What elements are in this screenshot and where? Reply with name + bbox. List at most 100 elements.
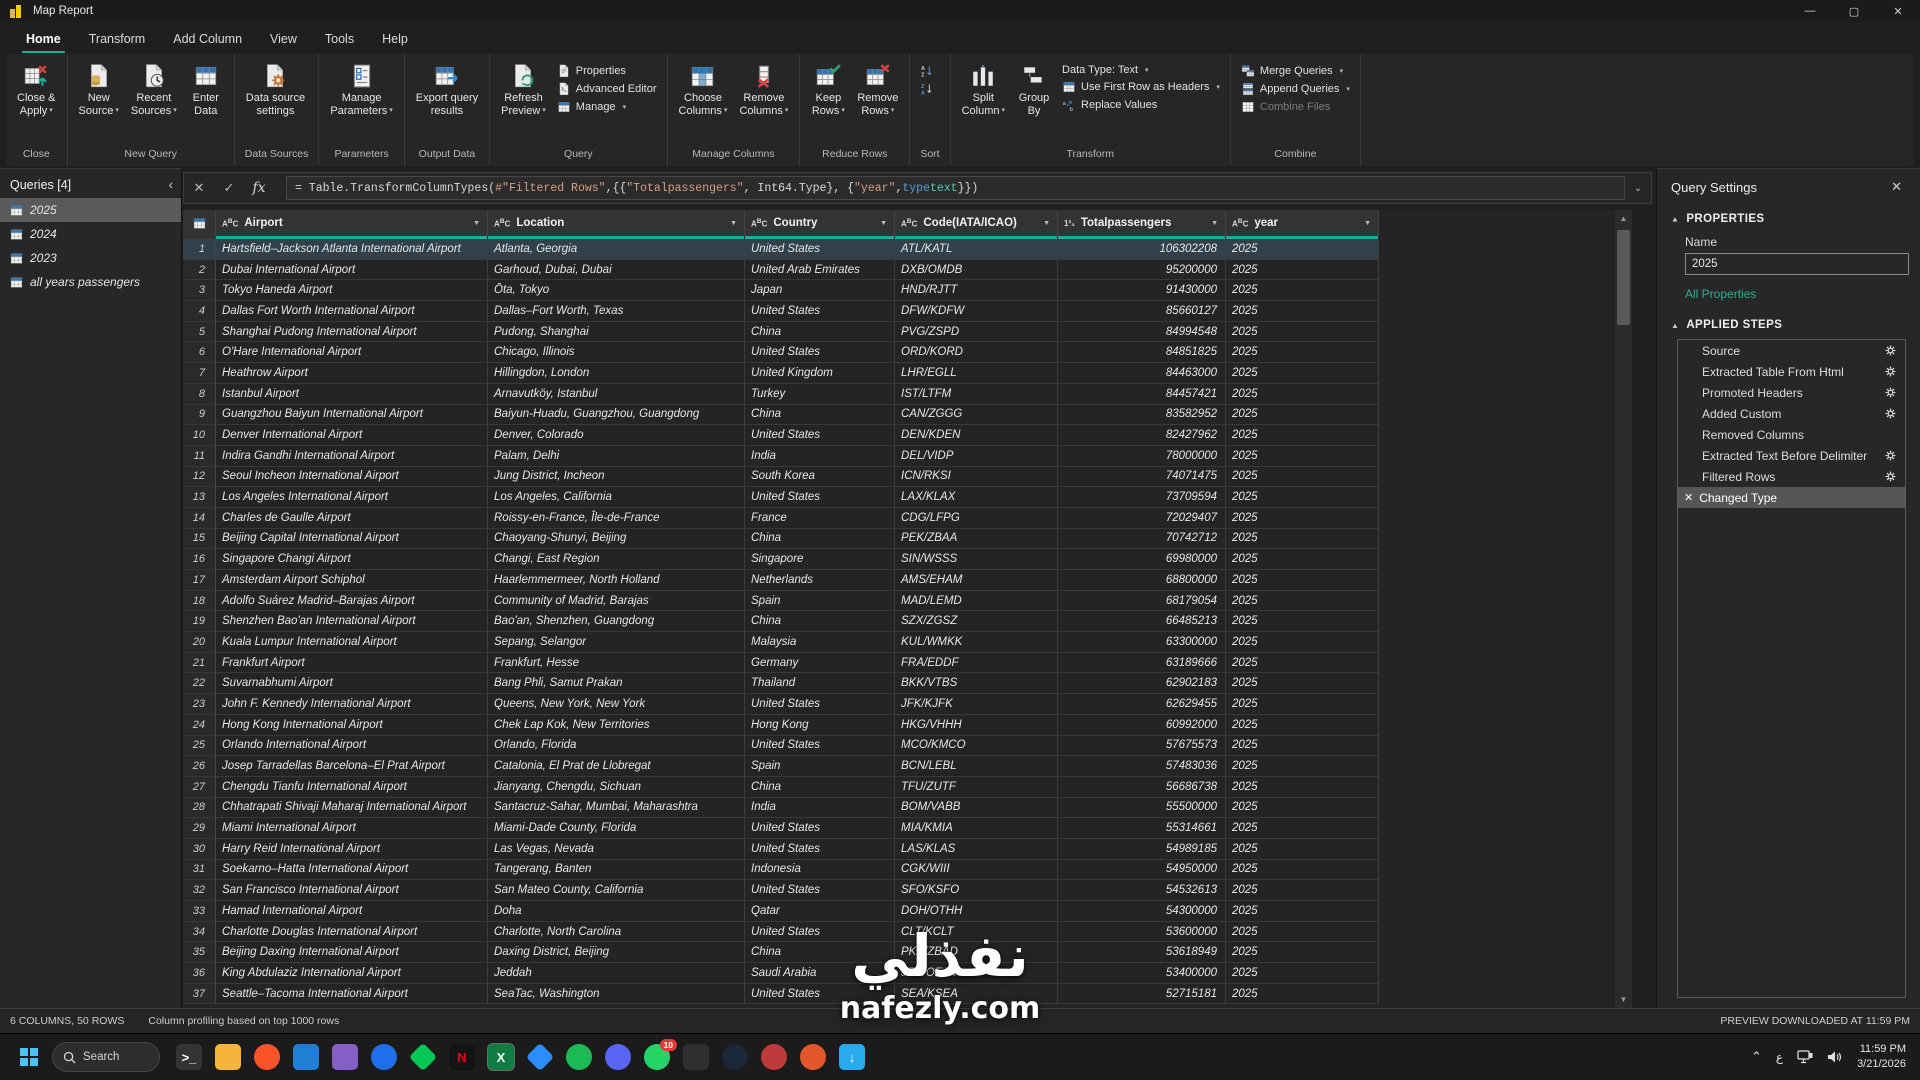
table-row[interactable]: 14 Charles de Gaulle Airport Roissy-en-Fra… bbox=[183, 507, 1379, 529]
cell-code-iata-icao-[interactable]: AMS/EHAM bbox=[895, 570, 1058, 591]
menu-tab-add-column[interactable]: Add Column bbox=[159, 26, 256, 54]
cell-airport[interactable]: Chhatrapati Shivaji Maharaj Internationa… bbox=[216, 797, 488, 819]
cell-totalpassengers[interactable]: 72029407 bbox=[1058, 507, 1226, 529]
table-row[interactable]: 17 Amsterdam Airport Schiphol Haarlemmerme… bbox=[183, 570, 1379, 591]
query-item-all-years-passengers[interactable]: all years passengers bbox=[0, 270, 181, 294]
cell-code-iata-icao-[interactable]: IST/LTFM bbox=[895, 383, 1058, 405]
cell-location[interactable]: Haarlemmermeer, North Holland bbox=[488, 570, 745, 591]
cell-location[interactable]: Charlotte, North Carolina bbox=[488, 921, 745, 943]
cell-code-iata-icao-[interactable]: DEL/VIDP bbox=[895, 445, 1058, 467]
cell-airport[interactable]: Orlando International Airport bbox=[216, 735, 488, 757]
table-row[interactable]: 35 Beijing Daxing International Airport Da… bbox=[183, 942, 1379, 964]
cell-code-iata-icao-[interactable]: BKK/VTBS bbox=[895, 673, 1058, 695]
cell-code-iata-icao-[interactable]: MCO/KMCO bbox=[895, 735, 1058, 757]
ribbon-button-data-type-text[interactable]: Data Type: Text ▾ bbox=[1058, 62, 1224, 77]
table-row[interactable]: 2 Dubai International Airport Garhoud, Dub… bbox=[183, 259, 1379, 281]
ribbon-button-export-query-results[interactable]: Export query results bbox=[411, 60, 483, 121]
table-row[interactable]: 18 Adolfo Suárez Madrid–Barajas Airport Co… bbox=[183, 590, 1379, 612]
table-row[interactable]: 13 Los Angeles International Airport Los A… bbox=[183, 487, 1379, 508]
ribbon-button-use-first-row-as-headers[interactable]: Use First Row as Headers ▾ bbox=[1058, 78, 1224, 95]
menu-tab-view[interactable]: View bbox=[256, 26, 311, 54]
cell-year[interactable]: 2025 bbox=[1226, 963, 1379, 984]
cell-year[interactable]: 2025 bbox=[1226, 838, 1379, 860]
cell-airport[interactable]: Hamad International Airport bbox=[216, 901, 488, 922]
cell-airport[interactable]: Hartsfield–Jackson Atlanta International… bbox=[216, 239, 488, 260]
table-row[interactable]: 24 Hong Kong International Airport Chek La… bbox=[183, 714, 1379, 736]
taskbar-app-discord[interactable] bbox=[605, 1044, 631, 1070]
cell-year[interactable]: 2025 bbox=[1226, 797, 1379, 819]
cell-airport[interactable]: Adolfo Suárez Madrid–Barajas Airport bbox=[216, 590, 488, 612]
cell-totalpassengers[interactable]: 82427962 bbox=[1058, 425, 1226, 446]
taskbar-app-spotify[interactable] bbox=[566, 1044, 592, 1070]
ribbon-button-append-queries[interactable]: Append Queries ▾ bbox=[1237, 80, 1354, 97]
cell-totalpassengers[interactable]: 91430000 bbox=[1058, 280, 1226, 302]
table-row[interactable]: 27 Chengdu Tianfu International Airport Ji… bbox=[183, 776, 1379, 798]
cell-year[interactable]: 2025 bbox=[1226, 756, 1379, 777]
table-row[interactable]: 29 Miami International Airport Miami-Dade … bbox=[183, 818, 1379, 839]
cell-year[interactable]: 2025 bbox=[1226, 942, 1379, 964]
commit-formula-icon[interactable]: ✓ bbox=[214, 180, 244, 196]
cell-airport[interactable]: O'Hare International Airport bbox=[216, 342, 488, 364]
cell-year[interactable]: 2025 bbox=[1226, 714, 1379, 736]
cell-country[interactable]: India bbox=[745, 445, 895, 467]
cell-airport[interactable]: Frankfurt Airport bbox=[216, 652, 488, 674]
column-header-totalpassengers[interactable]: 1²₃ Totalpassengers ▼ bbox=[1058, 210, 1226, 236]
cell-code-iata-icao-[interactable]: CAN/ZGGG bbox=[895, 404, 1058, 426]
scroll-down-icon[interactable]: ▼ bbox=[1615, 991, 1632, 1008]
table-row[interactable]: 28 Chhatrapati Shivaji Maharaj Internatio… bbox=[183, 797, 1379, 819]
cell-location[interactable]: Santacruz-Sahar, Mumbai, Maharashtra bbox=[488, 797, 745, 819]
cell-country[interactable]: Hong Kong bbox=[745, 714, 895, 736]
cell-code-iata-icao-[interactable]: LAS/KLAS bbox=[895, 838, 1058, 860]
gear-icon[interactable] bbox=[1884, 344, 1897, 357]
cell-country[interactable]: Thailand bbox=[745, 673, 895, 695]
cell-code-iata-icao-[interactable]: CLT/KCLT bbox=[895, 921, 1058, 943]
cell-totalpassengers[interactable]: 70742712 bbox=[1058, 528, 1226, 550]
taskbar-app-telegram[interactable]: ↓ bbox=[839, 1044, 865, 1070]
cell-country[interactable]: China bbox=[745, 404, 895, 426]
ribbon-button-replace-values[interactable]: a b Replace Values bbox=[1058, 96, 1224, 113]
query-name-input[interactable] bbox=[1685, 253, 1909, 275]
cell-totalpassengers[interactable]: 55314661 bbox=[1058, 818, 1226, 839]
taskbar-app-netflix[interactable]: N bbox=[449, 1044, 475, 1070]
ribbon-button-refresh-preview[interactable]: Refresh Preview ▾ bbox=[496, 60, 551, 121]
taskbar-clock[interactable]: 11:59 PM 3/21/2026 bbox=[1857, 1042, 1906, 1072]
cell-year[interactable]: 2025 bbox=[1226, 921, 1379, 943]
cell-code-iata-icao-[interactable]: FRA/EDDF bbox=[895, 652, 1058, 674]
cell-location[interactable]: Hillingdon, London bbox=[488, 363, 745, 384]
cell-location[interactable]: Tangerang, Banten bbox=[488, 859, 745, 881]
cell-location[interactable]: Chicago, Illinois bbox=[488, 342, 745, 364]
cell-totalpassengers[interactable]: 55500000 bbox=[1058, 797, 1226, 819]
cell-country[interactable]: South Korea bbox=[745, 466, 895, 488]
taskbar-app-excel[interactable]: X bbox=[488, 1044, 514, 1070]
cancel-formula-icon[interactable]: ✕ bbox=[184, 180, 214, 196]
cell-location[interactable]: Changi, East Region bbox=[488, 549, 745, 570]
cell-country[interactable]: United States bbox=[745, 880, 895, 901]
cell-country[interactable]: Germany bbox=[745, 652, 895, 674]
cell-code-iata-icao-[interactable]: DEN/KDEN bbox=[895, 425, 1058, 446]
filter-button[interactable]: ▼ bbox=[1208, 218, 1221, 229]
cell-location[interactable]: Jeddah bbox=[488, 963, 745, 984]
cell-totalpassengers[interactable]: 85660127 bbox=[1058, 301, 1226, 322]
cell-year[interactable]: 2025 bbox=[1226, 859, 1379, 881]
cell-airport[interactable]: Charles de Gaulle Airport bbox=[216, 507, 488, 529]
cell-location[interactable]: Dallas–Fort Worth, Texas bbox=[488, 301, 745, 322]
taskbar-app-pycharm[interactable] bbox=[371, 1044, 397, 1070]
query-item-2024[interactable]: 2024 bbox=[0, 222, 181, 246]
menu-tab-home[interactable]: Home bbox=[12, 26, 75, 54]
cell-location[interactable]: Denver, Colorado bbox=[488, 425, 745, 446]
cell-airport[interactable]: Tokyo Haneda Airport bbox=[216, 280, 488, 302]
taskbar-app-red-app[interactable] bbox=[800, 1044, 826, 1070]
cell-totalpassengers[interactable]: 53400000 bbox=[1058, 963, 1226, 984]
cell-code-iata-icao-[interactable]: ATL/KATL bbox=[895, 239, 1058, 260]
column-header-code-iata-icao-[interactable]: ABC Code(IATA/ICAO) ▼ bbox=[895, 210, 1058, 236]
menu-tab-tools[interactable]: Tools bbox=[311, 26, 368, 54]
cell-country[interactable]: France bbox=[745, 507, 895, 529]
cell-airport[interactable]: Harry Reid International Airport bbox=[216, 838, 488, 860]
cell-country[interactable]: United States bbox=[745, 301, 895, 322]
cell-location[interactable]: Roissy-en-France, Île-de-France bbox=[488, 507, 745, 529]
ribbon-button-recent-sources[interactable]: Recent Sources ▾ bbox=[126, 60, 182, 121]
applied-step-promoted-headers[interactable]: Promoted Headers bbox=[1678, 382, 1905, 403]
ribbon-button-sort[interactable]: ZA bbox=[916, 80, 938, 97]
cell-totalpassengers[interactable]: 63300000 bbox=[1058, 632, 1226, 653]
cell-location[interactable]: Garhoud, Dubai, Dubai bbox=[488, 259, 745, 281]
